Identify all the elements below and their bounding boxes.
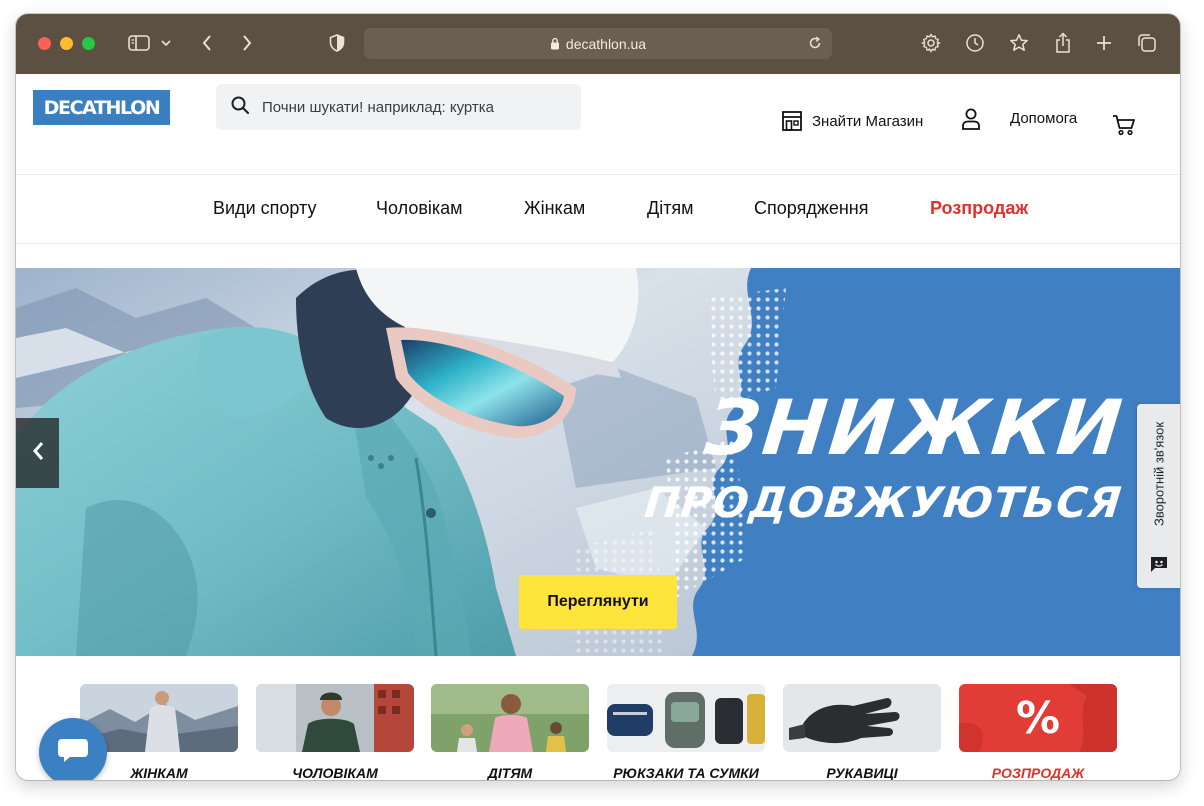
nav-item-kids[interactable]: Дітям — [647, 198, 694, 219]
search-box[interactable] — [216, 84, 581, 130]
privacy-shield-icon[interactable] — [326, 28, 348, 58]
nav-item-equipment[interactable]: Спорядження — [754, 198, 869, 219]
bookmark-star-icon[interactable] — [1006, 28, 1032, 58]
feedback-smiley-icon — [1149, 555, 1169, 578]
view-offer-button[interactable]: Переглянути — [519, 575, 677, 629]
forward-icon[interactable] — [236, 28, 258, 58]
store-icon — [781, 110, 803, 132]
sidebar-toggle-icon[interactable] — [126, 28, 152, 58]
search-input[interactable] — [262, 98, 562, 116]
category-image — [783, 684, 941, 752]
minimize-window-button[interactable] — [60, 37, 73, 50]
back-icon[interactable] — [196, 28, 218, 58]
category-backpacks-bags[interactable]: РЮКЗАКИ ТА СУМКИ — [607, 684, 765, 780]
decathlon-logo[interactable]: DECATHLON — [33, 90, 170, 125]
site-header: DECATHLON Знайти Магазин Допомога — [16, 74, 1180, 174]
close-window-button[interactable] — [38, 37, 51, 50]
browser-toolbar: decathlon.ua — [16, 14, 1180, 74]
find-store-label: Знайти Магазин — [812, 112, 924, 130]
category-image: % — [959, 684, 1117, 752]
nav-item-women[interactable]: Жінкам — [524, 198, 585, 219]
category-sale[interactable]: % РОЗПРОДАЖ — [959, 684, 1117, 780]
category-kids[interactable]: ДІТЯМ — [431, 684, 589, 780]
settings-gear-icon[interactable] — [918, 28, 944, 58]
help-label: Допомога — [1010, 110, 1078, 127]
chat-button[interactable] — [39, 718, 107, 780]
find-store-link[interactable]: Знайти Магазин — [781, 110, 923, 132]
chevron-down-icon[interactable] — [159, 28, 173, 58]
percent-glyph: % — [1015, 692, 1061, 744]
category-image — [607, 684, 765, 752]
search-icon — [230, 95, 250, 120]
chevron-left-icon — [31, 440, 45, 467]
category-label: ЧОЛОВІКАМ — [292, 765, 378, 780]
nav-item-sports[interactable]: Види спорту — [213, 198, 316, 219]
feedback-label: Зворотній зв'язок — [1151, 421, 1167, 527]
hero-title: ЗНИЖКИ — [701, 383, 1129, 472]
category-gloves[interactable]: РУКАВИЦІ — [783, 684, 941, 780]
zoom-window-button[interactable] — [82, 37, 95, 50]
category-label: ЖІНКАМ — [130, 765, 188, 780]
url-text: decathlon.ua — [565, 35, 647, 52]
history-clock-icon[interactable] — [962, 28, 988, 58]
share-icon[interactable] — [1050, 28, 1076, 58]
logo-text: DECATHLON — [43, 96, 161, 119]
reload-icon[interactable] — [807, 35, 823, 51]
help-link[interactable]: Допомога — [1010, 110, 1077, 127]
new-tab-plus-icon[interactable] — [1092, 28, 1116, 58]
category-label: РЮКЗАКИ ТА СУМКИ — [613, 765, 759, 780]
account-button[interactable] — [960, 107, 982, 131]
feedback-tab[interactable]: Зворотній зв'язок — [1137, 404, 1180, 588]
cart-button[interactable] — [1112, 114, 1136, 136]
chat-bubble-icon — [56, 737, 90, 768]
tab-overview-icon[interactable] — [1134, 28, 1160, 58]
address-bar[interactable]: decathlon.ua — [364, 28, 832, 59]
nav-item-sale[interactable]: Розпродаж — [930, 198, 1028, 219]
hero-subtitle: ПРОДОВЖУЮТЬСЯ — [642, 478, 1125, 527]
category-image — [431, 684, 589, 752]
category-label: РУКАВИЦІ — [826, 765, 898, 780]
lock-icon — [550, 37, 560, 50]
category-label: РОЗПРОДАЖ — [991, 765, 1085, 780]
carousel-prev-button[interactable] — [16, 418, 59, 488]
main-navigation: Види спорту Чоловікам Жінкам Дітям Споря… — [16, 174, 1180, 244]
category-label: ДІТЯМ — [487, 765, 533, 780]
nav-item-men[interactable]: Чоловікам — [376, 198, 463, 219]
cart-icon — [1112, 114, 1136, 136]
browser-window: decathlon.ua DECATHLON Почни шукати! нап… — [16, 14, 1180, 780]
hero-banner: ЗНИЖКИ ПРОДОВЖУЮТЬСЯ Переглянути — [16, 268, 1180, 656]
user-icon — [960, 107, 982, 131]
category-men[interactable]: ЧОЛОВІКАМ — [256, 684, 414, 780]
category-image — [256, 684, 414, 752]
